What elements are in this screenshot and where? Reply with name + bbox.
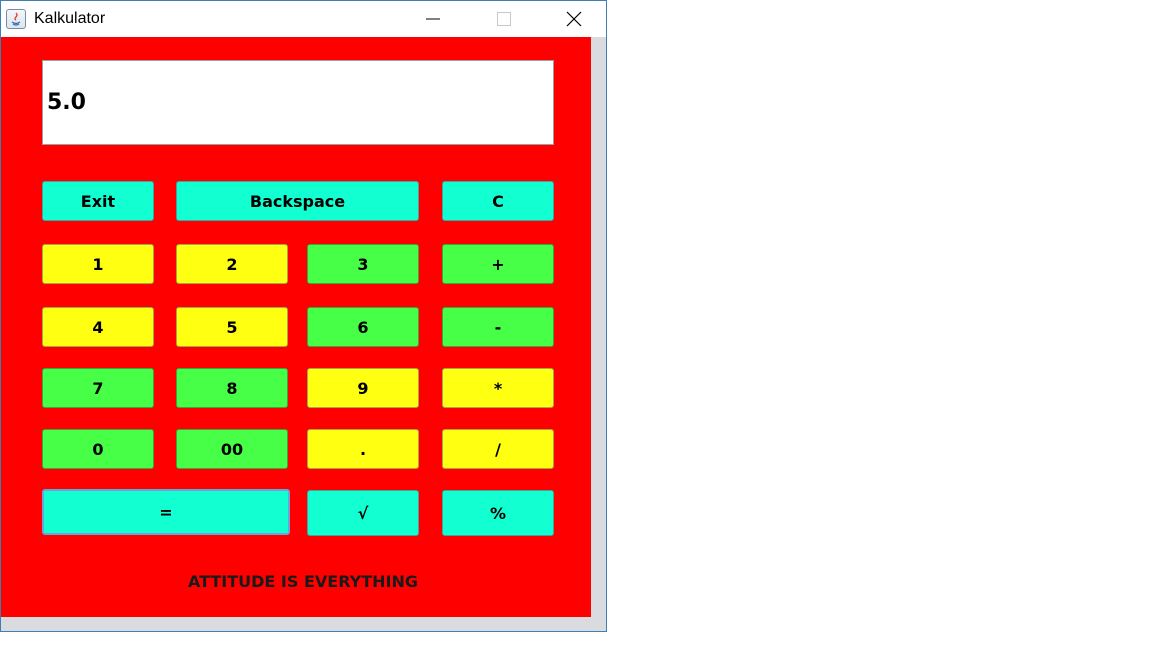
percent-button[interactable]: % bbox=[442, 490, 554, 536]
double-zero-button[interactable]: 00 bbox=[176, 429, 288, 469]
digit-9-button[interactable]: 9 bbox=[307, 368, 419, 408]
clear-button[interactable]: C bbox=[442, 181, 554, 221]
java-app-icon bbox=[6, 9, 26, 29]
maximize-button[interactable] bbox=[481, 1, 527, 37]
digit-3-button[interactable]: 3 bbox=[307, 244, 419, 284]
divide-button[interactable]: / bbox=[442, 429, 554, 469]
motto-label: ATTITUDE IS EVERYTHING bbox=[187, 572, 419, 591]
digit-1-button[interactable]: 1 bbox=[42, 244, 154, 284]
result-display[interactable]: 5.0 bbox=[42, 60, 554, 145]
digit-4-button[interactable]: 4 bbox=[42, 307, 154, 347]
window-client-area: 5.0 Exit Backspace C 1 2 3 + 4 5 6 - 7 8… bbox=[1, 37, 606, 631]
multiply-button[interactable]: * bbox=[442, 368, 554, 408]
digit-2-button[interactable]: 2 bbox=[176, 244, 288, 284]
digit-0-button[interactable]: 0 bbox=[42, 429, 154, 469]
minimize-icon bbox=[426, 18, 440, 20]
digit-7-button[interactable]: 7 bbox=[42, 368, 154, 408]
equals-button[interactable]: = bbox=[42, 489, 290, 535]
close-button[interactable] bbox=[551, 1, 597, 37]
minimize-button[interactable] bbox=[410, 1, 456, 37]
calculator-window: Kalkulator 5.0 Exit Backspace C 1 2 3 + … bbox=[0, 0, 607, 632]
decimal-point-button[interactable]: . bbox=[307, 429, 419, 469]
title-bar[interactable]: Kalkulator bbox=[1, 1, 606, 37]
plus-button[interactable]: + bbox=[442, 244, 554, 284]
maximize-icon bbox=[497, 12, 511, 26]
digit-5-button[interactable]: 5 bbox=[176, 307, 288, 347]
square-root-button[interactable]: √ bbox=[307, 490, 419, 536]
close-icon bbox=[566, 11, 582, 27]
backspace-button[interactable]: Backspace bbox=[176, 181, 419, 221]
digit-6-button[interactable]: 6 bbox=[307, 307, 419, 347]
calculator-panel: 5.0 Exit Backspace C 1 2 3 + 4 5 6 - 7 8… bbox=[1, 37, 591, 617]
minus-button[interactable]: - bbox=[442, 307, 554, 347]
exit-button[interactable]: Exit bbox=[42, 181, 154, 221]
digit-8-button[interactable]: 8 bbox=[176, 368, 288, 408]
window-title: Kalkulator bbox=[34, 10, 106, 27]
